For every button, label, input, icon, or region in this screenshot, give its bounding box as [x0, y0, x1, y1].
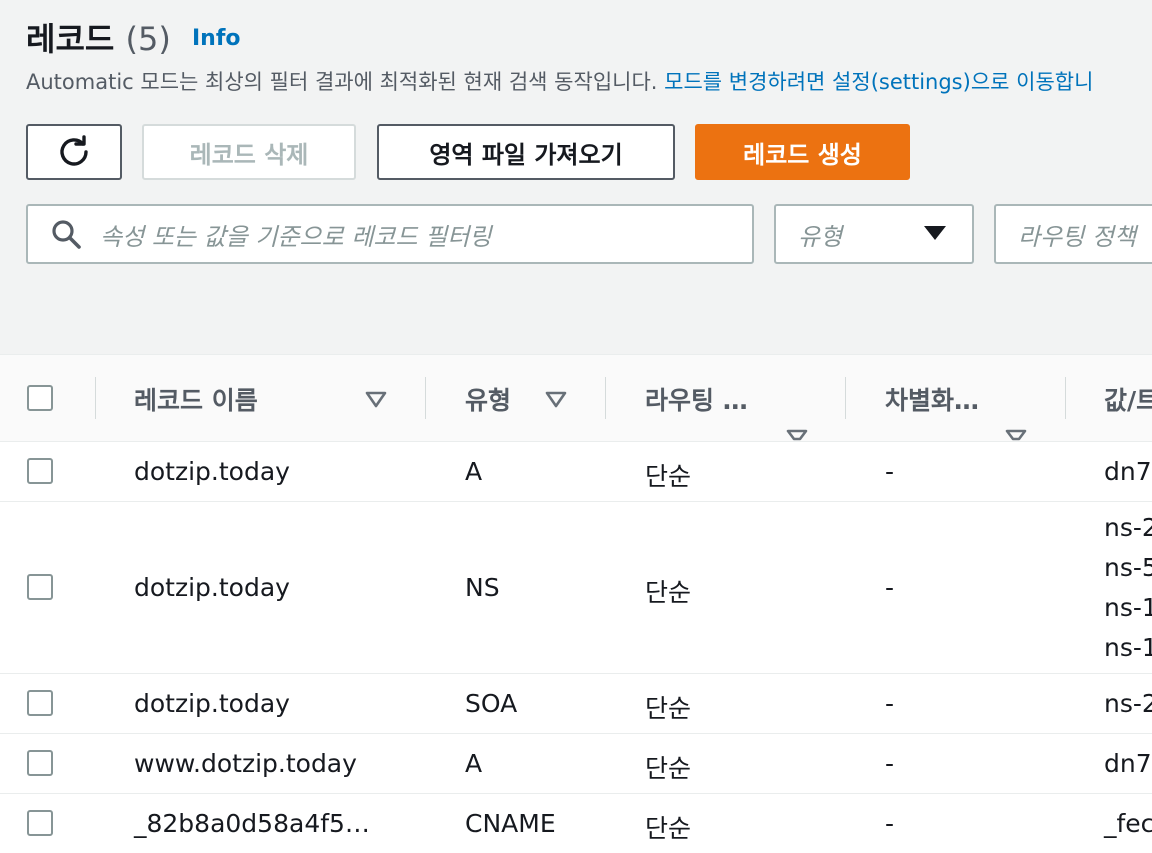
sort-icon[interactable] — [545, 391, 567, 409]
record-name: www.dotzip.today — [134, 749, 357, 778]
record-values: _fec — [1104, 804, 1152, 844]
differentiator: - — [885, 573, 895, 602]
type-filter-select[interactable]: 유형 — [774, 204, 974, 264]
routing-policy: 단순 — [645, 754, 692, 783]
search-icon — [52, 220, 81, 249]
record-value: dn7 — [1104, 457, 1152, 486]
table-header: 레코드 이름 유형 라우팅 … 차별화… 값/트 — [0, 355, 1152, 442]
type-filter-placeholder: 유형 — [798, 222, 843, 251]
record-value: dn7 — [1104, 749, 1152, 778]
sort-icon[interactable] — [365, 391, 387, 409]
column-divider — [95, 377, 96, 419]
record-type: NS — [465, 573, 500, 602]
record-name: dotzip.today — [134, 689, 290, 718]
table-row[interactable]: dotzip.today NS 단순 - ns-2 ns-5 ns-1 ns-1 — [0, 502, 1152, 674]
differentiator: - — [885, 749, 895, 778]
column-divider — [605, 377, 606, 419]
record-type: CNAME — [465, 809, 556, 838]
search-input[interactable]: 속성 또는 값을 기준으로 레코드 필터링 — [26, 204, 754, 264]
record-name: _82b8a0d58a4f5… — [134, 809, 370, 838]
routing-policy: 단순 — [645, 694, 692, 723]
routing-policy: 단순 — [645, 462, 692, 491]
create-record-button[interactable]: 레코드 생성 — [695, 124, 910, 180]
record-name: dotzip.today — [134, 457, 290, 486]
caret-down-icon — [924, 226, 946, 240]
refresh-button[interactable] — [26, 124, 122, 180]
record-value: ns-1 — [1104, 633, 1152, 662]
record-values: ns-2 ns-5 ns-1 ns-1 — [1104, 508, 1152, 668]
column-divider — [425, 377, 426, 419]
routing-policy: 단순 — [645, 814, 692, 843]
info-link[interactable]: Info — [192, 26, 241, 51]
routing-filter-placeholder: 라우팅 정책 — [1018, 222, 1137, 251]
column-header-differentiator[interactable]: 차별화… — [885, 381, 979, 417]
record-type: SOA — [465, 689, 518, 718]
import-zone-file-button[interactable]: 영역 파일 가져오기 — [377, 124, 675, 180]
row-checkbox[interactable] — [27, 810, 53, 836]
select-all-checkbox[interactable] — [27, 385, 53, 411]
record-values: dn7 — [1104, 452, 1152, 492]
column-divider — [1065, 377, 1066, 419]
record-count: (5) — [125, 20, 171, 58]
row-checkbox[interactable] — [27, 750, 53, 776]
row-checkbox[interactable] — [27, 458, 53, 484]
record-value: _fec — [1104, 809, 1152, 838]
record-value: ns-2 — [1104, 689, 1152, 718]
table-row[interactable]: _82b8a0d58a4f5… CNAME 단순 - _fec — [0, 794, 1152, 853]
page-title-text: 레코드 — [26, 20, 115, 58]
column-divider — [845, 377, 846, 419]
page-description: Automatic 모드는 최상의 필터 결과에 최적화된 현재 검색 동작입니… — [26, 66, 1093, 96]
record-values: ns-2 — [1104, 684, 1152, 724]
row-checkbox[interactable] — [27, 574, 53, 600]
sort-icon[interactable] — [786, 429, 808, 441]
search-placeholder: 속성 또는 값을 기준으로 레코드 필터링 — [100, 222, 492, 251]
table-row[interactable]: dotzip.today A 단순 - dn7 — [0, 442, 1152, 502]
settings-link[interactable]: 모드를 변경하려면 설정(settings)으로 이동합니 — [664, 70, 1093, 94]
table-row[interactable]: dotzip.today SOA 단순 - ns-2 — [0, 674, 1152, 734]
routing-policy: 단순 — [645, 578, 692, 607]
record-value: ns-5 — [1104, 553, 1152, 582]
differentiator: - — [885, 809, 895, 838]
record-value: ns-1 — [1104, 593, 1152, 622]
record-type: A — [465, 749, 483, 778]
column-header-type[interactable]: 유형 — [465, 381, 511, 417]
record-values: dn7 — [1104, 744, 1152, 784]
refresh-icon — [60, 135, 88, 166]
column-header-routing[interactable]: 라우팅 … — [645, 381, 748, 417]
record-type: A — [465, 457, 483, 486]
delete-record-button[interactable]: 레코드 삭제 — [142, 124, 356, 180]
records-table: 레코드 이름 유형 라우팅 … 차별화… 값/트 dotzip.today A … — [0, 354, 1152, 853]
record-name: dotzip.today — [134, 573, 290, 602]
routing-policy-select[interactable]: 라우팅 정책 — [994, 204, 1152, 264]
column-header-value[interactable]: 값/트 — [1104, 381, 1152, 417]
table-row[interactable]: www.dotzip.today A 단순 - dn7 — [0, 734, 1152, 794]
row-checkbox[interactable] — [27, 690, 53, 716]
record-value: ns-2 — [1104, 513, 1152, 542]
differentiator: - — [885, 457, 895, 486]
page-title: 레코드 (5) — [26, 14, 171, 60]
sort-icon[interactable] — [1005, 429, 1027, 441]
column-header-record-name[interactable]: 레코드 이름 — [134, 381, 258, 417]
description-text: Automatic 모드는 최상의 필터 결과에 최적화된 현재 검색 동작입니… — [26, 70, 658, 94]
differentiator: - — [885, 689, 895, 718]
